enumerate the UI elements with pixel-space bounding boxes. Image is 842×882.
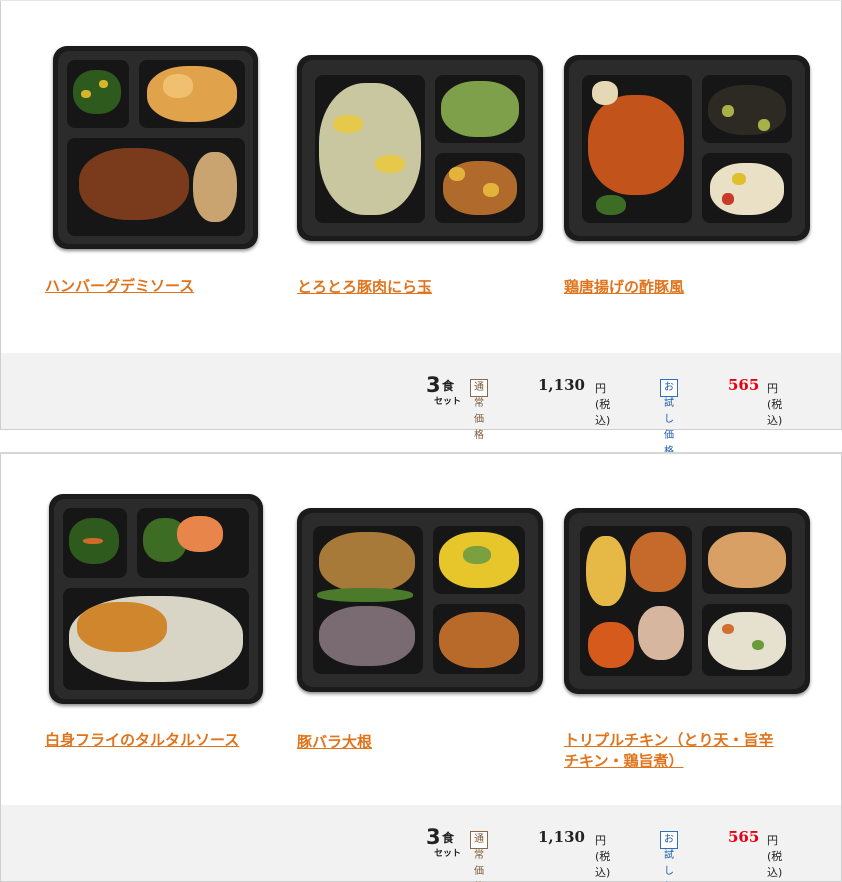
meal-item[interactable]: トリプルチキン（とり天・旨辛チキン・鶏旨煮） [564,508,814,770]
meal-set-card: 白身フライのタルタルソース 豚バラ大根 トリプルチキン（とり天・旨辛チキン・鶏旨… [0,452,842,882]
meal-name-link[interactable]: 白身フライのタルタルソース [45,730,285,751]
set-count-badge: 3 食 セット [426,825,462,859]
meal-item[interactable]: 豚バラ大根 [297,508,547,758]
price-bar: 3 食 セット 通常価格 1,130 円(税込) お試し価格 565 円(税込) [1,353,841,457]
meal-item[interactable]: 鶏唐揚げの酢豚風 [564,55,814,305]
normal-price-tag: 通常価格 [470,379,488,441]
price-bar: 3 食 セット 通常価格 1,130 円(税込) お試し価格 565 円(税込) [1,805,841,881]
meal-photo-shiromi-fry[interactable] [49,494,263,704]
normal-price-unit: 円(税込) [595,382,611,427]
meal-photo-karaage-subuta[interactable] [564,55,810,241]
trial-price-tag: お試し価格 [660,831,678,877]
trial-price-tag: お試し価格 [660,379,678,457]
normal-price-tag: 通常価格 [470,831,488,877]
meal-photo-nira-tama[interactable] [297,55,543,241]
meal-name-link[interactable]: とろとろ豚肉にら玉 [297,277,547,298]
trial-price-unit: 円(税込) [767,834,783,879]
meal-set-list: ハンバーグデミソース とろとろ豚肉にら玉 鶏唐揚げの酢豚風 3 食 セット 通常… [0,0,842,882]
normal-price: 1,130 [538,376,585,394]
meal-name-link[interactable]: 豚バラ大根 [297,732,547,753]
meal-name-link[interactable]: ハンバーグデミソース [45,276,265,297]
meal-photo-triple-chicken[interactable] [564,508,810,694]
meal-item[interactable]: とろとろ豚肉にら玉 [297,55,547,305]
normal-price-unit: 円(税込) [595,834,611,879]
meal-name-link[interactable]: 鶏唐揚げの酢豚風 [564,277,814,298]
normal-price: 1,130 [538,828,585,846]
trial-price: 565 [728,376,760,394]
meal-name-link[interactable]: トリプルチキン（とり天・旨辛チキン・鶏旨煮） [564,730,784,772]
trial-price-unit: 円(税込) [767,382,783,427]
meal-photo-hamburg[interactable] [53,46,258,249]
meal-item[interactable]: 白身フライのタルタルソース [45,494,285,764]
meal-set-card: ハンバーグデミソース とろとろ豚肉にら玉 鶏唐揚げの酢豚風 3 食 セット 通常… [0,1,842,457]
trial-price: 565 [728,828,760,846]
set-count-badge: 3 食 セット [426,373,462,407]
meal-item[interactable]: ハンバーグデミソース [45,46,265,306]
meal-photo-butabara-daikon[interactable] [297,508,543,692]
